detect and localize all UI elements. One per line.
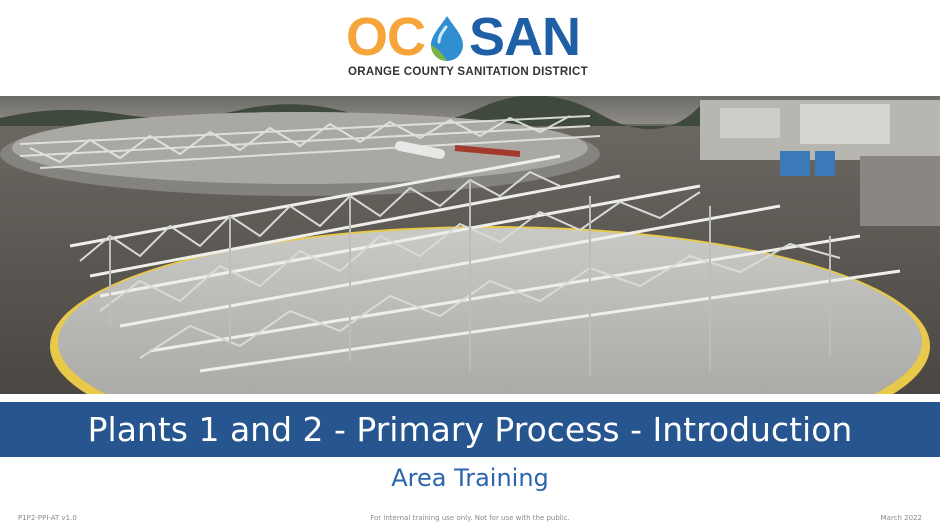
footer-notice: For internal training use only. Not for … xyxy=(370,514,570,522)
water-drop-icon xyxy=(425,12,469,62)
ocsan-logo: OC SAN ORANGE COUNTY SANITATION DISTRICT xyxy=(346,10,594,82)
slide-title: Plants 1 and 2 - Primary Process - Intro… xyxy=(87,410,853,449)
logo-subtitle: ORANGE COUNTY SANITATION DISTRICT xyxy=(348,66,588,78)
logo-oc-text: OC xyxy=(346,7,426,67)
logo-wordmark: OC SAN xyxy=(346,10,594,64)
clarifier-photo xyxy=(0,96,940,394)
title-band: Plants 1 and 2 - Primary Process - Intro… xyxy=(0,402,940,457)
footer-date: March 2022 xyxy=(880,514,922,522)
slide-subtitle: Area Training xyxy=(391,464,549,492)
logo-san-text: SAN xyxy=(469,7,581,67)
